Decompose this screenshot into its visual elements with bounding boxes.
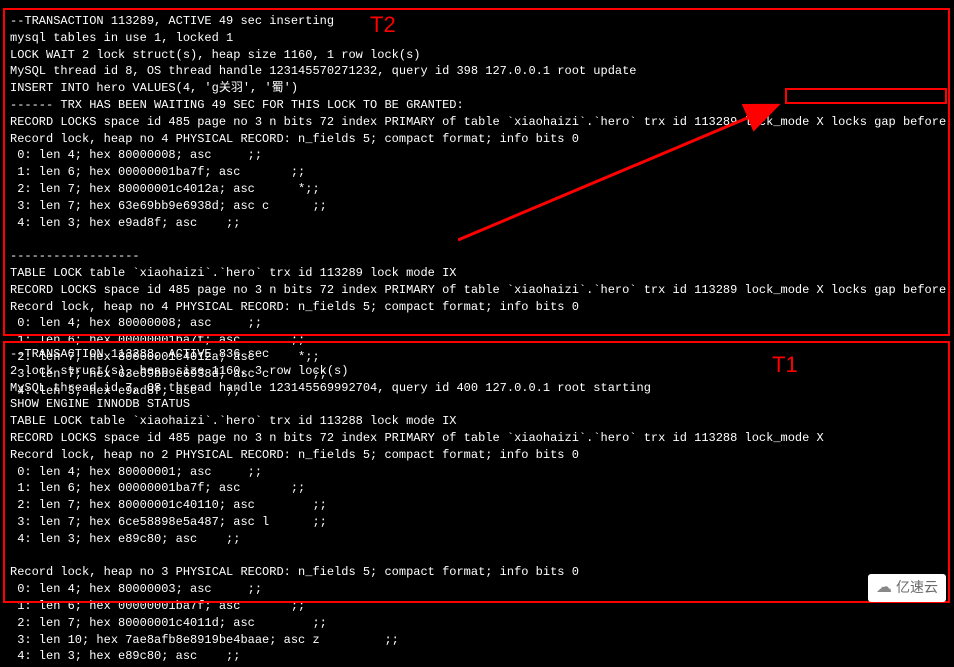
t1-transaction-block: --TRANSACTION 113288, ACTIVE 836 sec 2 l… (5, 344, 829, 667)
cloud-icon: ☁ (876, 577, 892, 599)
watermark-text: 亿速云 (896, 578, 938, 598)
terminal-container: --TRANSACTION 113289, ACTIVE 49 sec inse… (0, 0, 954, 607)
t2-transaction-block: --TRANSACTION 113289, ACTIVE 49 sec inse… (5, 11, 954, 401)
watermark: ☁ 亿速云 (868, 574, 946, 602)
